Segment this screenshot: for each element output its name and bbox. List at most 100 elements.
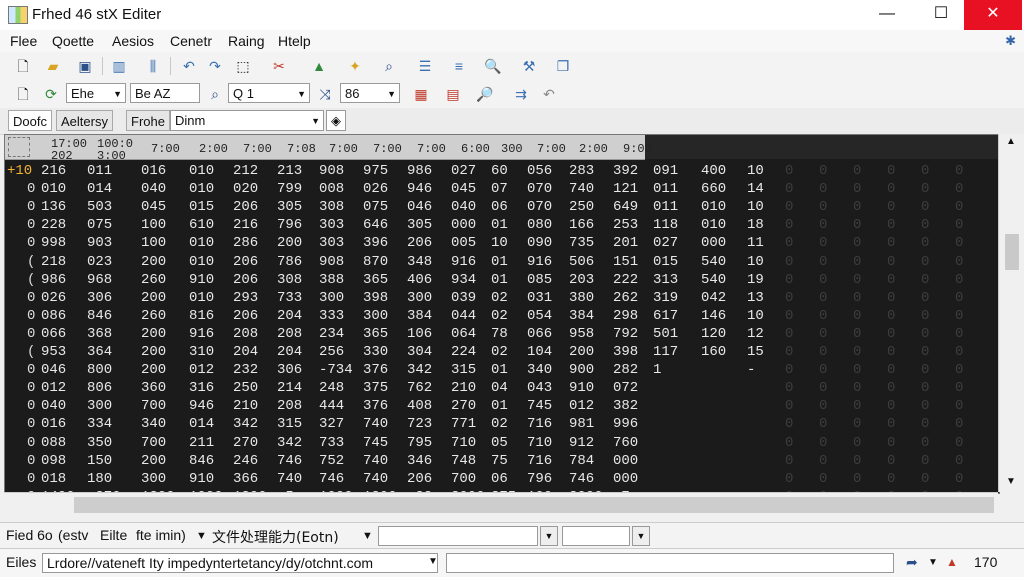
empty-cell[interactable]: 0 xyxy=(819,344,827,360)
grid-cell[interactable]: 000 xyxy=(613,471,638,487)
grid-cell[interactable]: 752 xyxy=(319,453,344,469)
grid-cell[interactable]: 031 xyxy=(527,290,552,306)
grid-cell[interactable]: 350 xyxy=(87,435,112,451)
zoom-combo[interactable]: Q 1 ▼ xyxy=(228,83,310,103)
status-field-3-arrow-icon[interactable]: ▼ xyxy=(196,530,207,542)
grid-cell[interactable]: 846 xyxy=(87,308,112,324)
new-file-icon[interactable]: 🗋 xyxy=(14,57,32,75)
grid-cell[interactable]: 136 xyxy=(41,199,66,215)
empty-cell[interactable]: 0 xyxy=(887,380,895,396)
empty-cell[interactable]: 0 xyxy=(819,217,827,233)
empty-cell[interactable]: 0 xyxy=(853,272,861,288)
grid-cell[interactable]: 13 xyxy=(747,290,764,306)
grid-cell[interactable]: 78 xyxy=(491,326,508,342)
menu-actions[interactable]: Aesios xyxy=(112,33,154,49)
empty-cell[interactable]: 0 xyxy=(887,163,895,179)
grid-cell[interactable]: 300 xyxy=(87,398,112,414)
column-header[interactable]: 300 xyxy=(501,143,523,155)
empty-cell[interactable]: 0 xyxy=(819,398,827,414)
grid-cell[interactable]: 298 xyxy=(613,308,638,324)
empty-cell[interactable]: 0 xyxy=(887,471,895,487)
grid-cell[interactable]: 981 xyxy=(569,416,594,432)
empty-cell[interactable]: 0 xyxy=(853,398,861,414)
grid-cell[interactable]: 306 xyxy=(277,362,302,378)
tab-aeltersy[interactable]: Aeltersy xyxy=(56,110,113,131)
grid-cell[interactable]: 900 xyxy=(569,362,594,378)
grid-cell[interactable]: 02 xyxy=(491,344,508,360)
grid-cell[interactable]: 733 xyxy=(319,435,344,451)
empty-cell[interactable]: 0 xyxy=(819,308,827,324)
column-header[interactable]: 100:0 3:00 xyxy=(97,138,133,162)
empty-cell[interactable]: 0 xyxy=(853,217,861,233)
grid-cell[interactable]: 208 xyxy=(277,398,302,414)
empty-cell[interactable]: 0 xyxy=(853,290,861,306)
grid-cell[interactable]: 01 xyxy=(491,217,508,233)
grid-cell[interactable]: 501 xyxy=(653,326,678,342)
empty-cell[interactable]: 0 xyxy=(819,416,827,432)
grid-cell[interactable]: 305 xyxy=(407,217,432,233)
grid-cell[interactable]: 617 xyxy=(653,308,678,324)
grid-cell[interactable]: 382 xyxy=(613,398,638,414)
horizontal-scroll-thumb[interactable] xyxy=(74,497,994,513)
grid-cell[interactable]: 011 xyxy=(87,163,112,179)
empty-cell[interactable]: 0 xyxy=(955,235,963,251)
empty-cell[interactable]: 0 xyxy=(921,362,929,378)
grid-cell[interactable]: 746 xyxy=(569,471,594,487)
select-all-corner[interactable] xyxy=(8,137,30,157)
grid-cell[interactable]: 300 xyxy=(407,290,432,306)
grid-cell[interactable]: 316 xyxy=(189,380,214,396)
grid-cell[interactable]: 014 xyxy=(189,416,214,432)
row-number[interactable]: 0 xyxy=(27,416,35,432)
grid-cell[interactable]: 327 xyxy=(319,416,344,432)
grid-cell[interactable]: 908 xyxy=(319,163,344,179)
tab-frohe[interactable]: Frohe xyxy=(126,110,170,131)
grid-cell[interactable]: 306 xyxy=(87,290,112,306)
empty-cell[interactable]: 0 xyxy=(785,272,793,288)
grid-cell[interactable]: 100 xyxy=(141,235,166,251)
lines-icon[interactable]: ≡ xyxy=(450,57,468,75)
empty-cell[interactable]: 0 xyxy=(921,471,929,487)
grid-cell[interactable]: 364 xyxy=(87,344,112,360)
row-number[interactable]: 0 xyxy=(27,453,35,469)
grid-cell[interactable]: 018 xyxy=(41,471,66,487)
window-icon[interactable]: ❐ xyxy=(554,57,572,75)
export-icon[interactable]: ⇉ xyxy=(512,85,530,103)
grid-cell[interactable]: 206 xyxy=(233,254,258,270)
empty-cell[interactable]: 0 xyxy=(785,362,793,378)
grid-cell[interactable]: 786 xyxy=(277,254,302,270)
empty-cell[interactable]: 0 xyxy=(955,435,963,451)
empty-cell[interactable]: 0 xyxy=(955,290,963,306)
grid-cell[interactable]: 200 xyxy=(141,290,166,306)
grid-cell[interactable]: 000 xyxy=(451,217,476,233)
grid-cell[interactable]: 908 xyxy=(319,254,344,270)
grid-cell[interactable]: 066 xyxy=(527,326,552,342)
empty-cell[interactable]: 0 xyxy=(955,199,963,215)
grid-cell[interactable]: 946 xyxy=(189,398,214,414)
grid-cell[interactable]: 746 xyxy=(277,453,302,469)
grid-cell[interactable]: 091 xyxy=(653,163,678,179)
grid-cell[interactable]: 02 xyxy=(491,416,508,432)
grid-cell[interactable]: 14 xyxy=(747,181,764,197)
grid-cell[interactable]: 660 xyxy=(701,181,726,197)
empty-cell[interactable]: 0 xyxy=(955,362,963,378)
row-number[interactable]: 0 xyxy=(27,380,35,396)
grid-cell[interactable]: 444 xyxy=(319,398,344,414)
grid-cell[interactable]: 027 xyxy=(653,235,678,251)
empty-cell[interactable]: 0 xyxy=(853,254,861,270)
grid-cell[interactable]: 011 xyxy=(653,181,678,197)
column-header[interactable]: 9:00 xyxy=(623,143,652,155)
grid-cell[interactable]: 346 xyxy=(407,453,432,469)
grid-cell[interactable]: 210 xyxy=(233,398,258,414)
grid-cell[interactable]: 044 xyxy=(451,308,476,324)
grid-cell[interactable]: 910 xyxy=(189,272,214,288)
tab-combo[interactable]: Dinm ▼ xyxy=(170,110,324,131)
empty-cell[interactable]: 0 xyxy=(853,471,861,487)
grid-cell[interactable]: 012 xyxy=(41,380,66,396)
path-field[interactable]: Lrdore//vateneft Ity impedyntertetancy/d… xyxy=(42,553,438,573)
grid-cell[interactable]: 253 xyxy=(613,217,638,233)
empty-cell[interactable]: 0 xyxy=(887,217,895,233)
grid-cell[interactable]: 026 xyxy=(41,290,66,306)
grid-cell[interactable]: 166 xyxy=(569,217,594,233)
grid-cell[interactable]: 998 xyxy=(41,235,66,251)
grid-cell[interactable]: 771 xyxy=(451,416,476,432)
